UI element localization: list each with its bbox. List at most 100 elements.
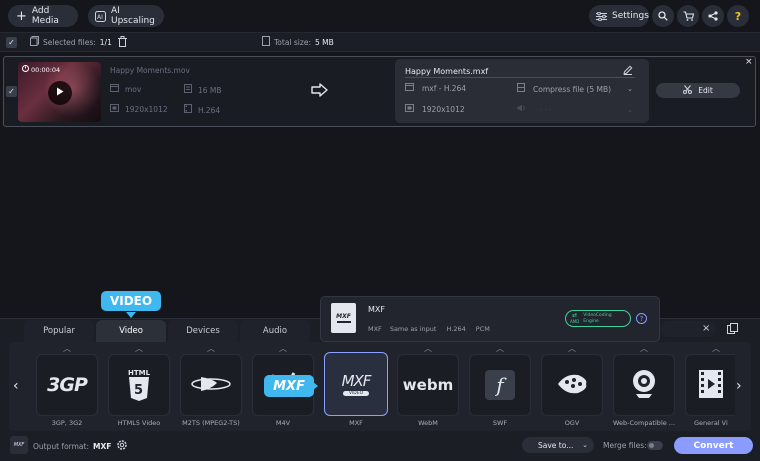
tab-devices[interactable]: Devices <box>168 320 238 342</box>
format-settings-button[interactable] <box>724 322 740 337</box>
play-icon <box>56 87 64 99</box>
tab-audio-label: Audio <box>262 326 288 336</box>
share-icon <box>708 11 718 21</box>
scroll-left-chevron-icon[interactable]: ‹ <box>13 378 19 394</box>
video-category-badge: VIDEO <box>101 291 161 311</box>
tile-expand-chevron-icon[interactable]: ︿ <box>541 343 603 354</box>
audio-dropdown[interactable]: · · · ⌄ <box>517 104 633 115</box>
save-to-button[interactable]: Save to... ⌄ <box>522 437 594 453</box>
settings-label: Settings <box>612 11 649 21</box>
video-badge-label: VIDEO <box>109 294 153 308</box>
selected-files-info: Selected files: 1/1 <box>30 36 112 48</box>
format-tile-3gp[interactable]: 3GP <box>36 354 98 416</box>
trash-icon <box>118 36 127 50</box>
save-to-label: Save to... <box>538 440 574 450</box>
format-icon <box>110 84 119 95</box>
video-coding-engine-badge: ⇄ AMD VideoCoding Engine <box>565 310 631 327</box>
convert-button[interactable]: Convert <box>674 437 753 454</box>
drag-format-label: MXF <box>273 378 305 394</box>
chevron-down-icon: ⌄ <box>582 441 588 449</box>
play-button[interactable] <box>48 81 72 105</box>
chip-arrow-icon <box>312 381 318 394</box>
output-file-name[interactable]: Happy Moments.mxf <box>405 67 488 76</box>
output-format: mxf - H.264 <box>422 84 467 93</box>
format-tile-ogv[interactable] <box>541 354 603 416</box>
format-tile-mxf[interactable]: MXF VIDEO <box>324 352 388 416</box>
film-icon <box>698 369 724 402</box>
select-all-checkbox[interactable]: ✓ <box>6 37 17 48</box>
video-thumbnail[interactable]: 00:00:04 <box>18 62 101 122</box>
tile-expand-chevron-icon[interactable]: ︿ <box>397 343 459 354</box>
codec-icon <box>184 104 192 116</box>
compress-icon <box>517 83 525 95</box>
source-codec: H.264 <box>198 105 221 115</box>
tab-popular-label: Popular <box>43 326 75 336</box>
tile-expand-chevron-icon[interactable]: ︿ <box>469 343 531 354</box>
format-tile-swf[interactable]: f <box>469 354 531 416</box>
format-tile-html5[interactable]: HTML 5 <box>108 354 170 416</box>
settings-button[interactable]: Settings <box>589 5 649 27</box>
format-icon <box>405 83 414 94</box>
format-tile-m2ts[interactable] <box>180 354 242 416</box>
clear-search-close-icon[interactable]: × <box>702 323 710 334</box>
tile-expand-chevron-icon[interactable]: ︿ <box>613 343 675 354</box>
search-icon <box>658 11 668 21</box>
output-format-selector[interactable]: mxf - H.264 <box>405 83 466 94</box>
add-media-label: Add Media <box>31 6 59 26</box>
spec-resolution: Same as input <box>389 325 437 333</box>
edit-button[interactable]: Edit <box>656 83 740 98</box>
format-help-button[interactable]: ? <box>636 313 647 324</box>
tile-expand-chevron-icon[interactable]: ︿ <box>685 343 747 354</box>
format-tile-web-compatible[interactable] <box>613 354 675 416</box>
format-label-html5: HTML5 Video <box>117 419 161 427</box>
tooltip-specs: MXF Same as input H.264 PCM <box>368 325 490 333</box>
html5-logo: HTML 5 <box>128 369 150 401</box>
output-format-settings-gear-icon[interactable] <box>116 439 128 454</box>
webcam-icon <box>630 369 658 402</box>
add-media-button[interactable]: + Add Media <box>8 5 78 27</box>
edit-label: Edit <box>698 86 713 95</box>
remove-file-close-icon[interactable]: × <box>745 57 753 67</box>
share-button[interactable] <box>702 5 724 27</box>
file-checkbox[interactable]: ✓ <box>6 86 17 97</box>
total-size-info: Total size: 5 MB <box>262 36 334 48</box>
rename-pencil-icon[interactable] <box>623 65 633 78</box>
mxf-video-strip: VIDEO <box>342 391 370 396</box>
svg-text:AI: AI <box>97 14 103 21</box>
merge-files-label: Merge files: <box>603 441 647 450</box>
source-file-name: Happy Moments.mov <box>110 66 190 75</box>
mxf-file-icon-text: MXF <box>336 313 351 320</box>
format-label-webm: WebM <box>418 419 438 427</box>
cart-button[interactable] <box>677 5 699 27</box>
compress-dropdown[interactable]: Compress file (5 MB) ⌄ <box>517 83 633 95</box>
bluray-icon <box>191 375 231 396</box>
format-tile-webm[interactable]: webm <box>397 354 459 416</box>
scroll-right-chevron-icon[interactable]: › <box>736 378 742 394</box>
question-icon: ? <box>639 314 644 323</box>
html5-logo-text: HTML <box>127 369 151 377</box>
output-format-label: Output format: <box>33 442 89 451</box>
tile-expand-chevron-icon[interactable]: ︿ <box>180 343 242 354</box>
scissors-icon <box>683 84 693 97</box>
format-label-swf: SWF <box>492 419 508 427</box>
tab-popular[interactable]: Popular <box>24 320 94 342</box>
tile-expand-chevron-icon[interactable]: ︿ <box>252 343 314 354</box>
tile-expand-chevron-icon[interactable]: ︿ <box>36 343 98 354</box>
delete-selected-button[interactable] <box>118 36 127 50</box>
tab-audio[interactable]: Audio <box>240 320 310 342</box>
ogv-fish-icon <box>554 371 590 400</box>
format-tile-general-video[interactable] <box>685 354 735 416</box>
tab-video[interactable]: Video <box>96 320 166 342</box>
compress-label: Compress file (5 MB) <box>533 84 612 94</box>
help-button[interactable]: ? <box>727 5 749 27</box>
output-resolution[interactable]: 1920x1012 <box>405 104 465 115</box>
merge-files-toggle[interactable] <box>647 441 663 450</box>
drag-format-chip[interactable]: MXF <box>264 375 314 397</box>
question-icon: ? <box>734 9 742 23</box>
tile-expand-chevron-icon[interactable]: ︿ <box>108 343 170 354</box>
tooltip-format-title: MXF <box>368 305 385 314</box>
format-label-ogv: OGV <box>564 419 580 427</box>
thumb-duration: 00:00:04 <box>31 65 61 74</box>
search-button[interactable] <box>652 5 674 27</box>
ai-upscaling-button[interactable]: AI AI Upscaling <box>88 5 164 27</box>
